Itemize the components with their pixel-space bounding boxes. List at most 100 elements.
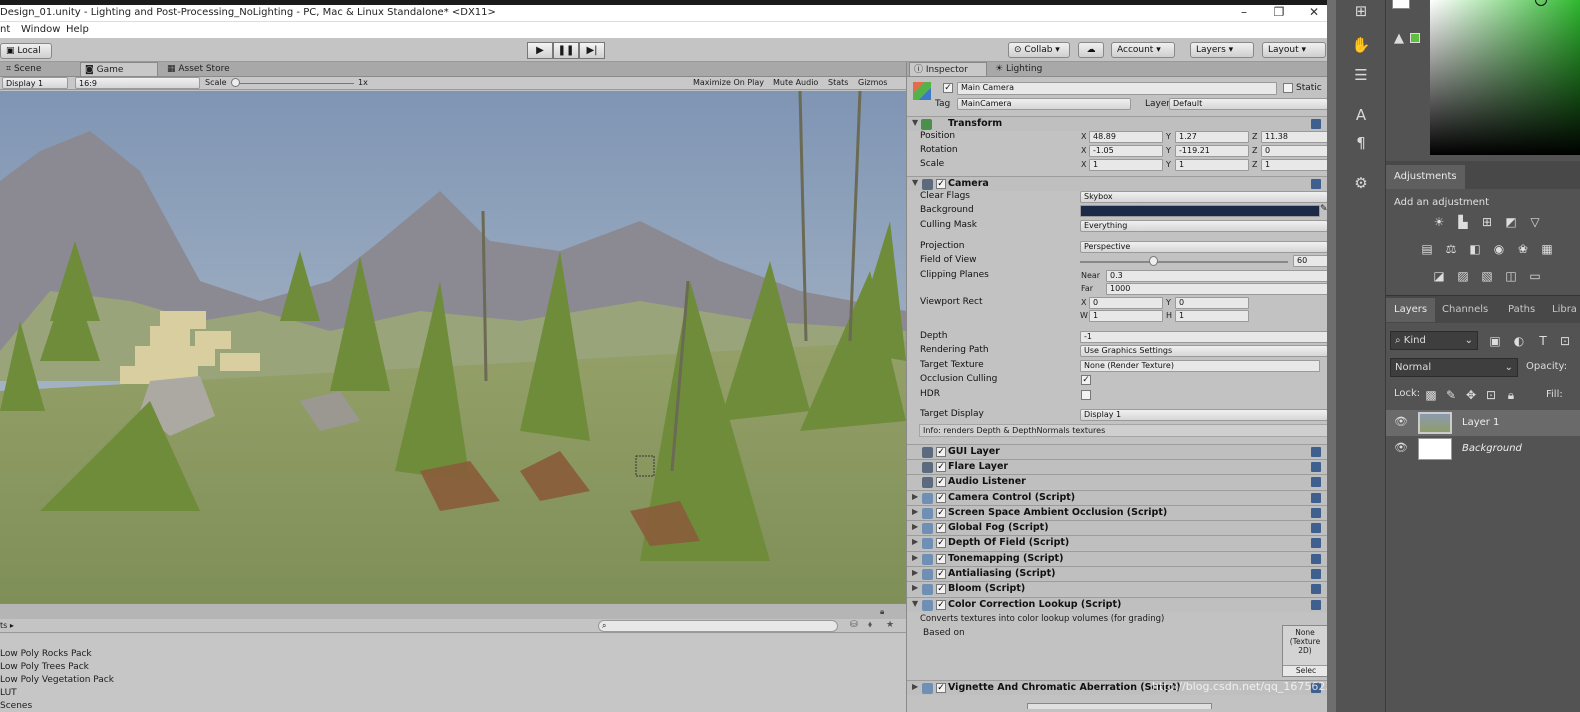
projection-dropdown[interactable]: Perspective [1080, 241, 1327, 253]
restore-button[interactable]: ❐ [1266, 5, 1292, 22]
object-name-field[interactable]: Main Camera [957, 82, 1277, 95]
far-field[interactable]: 1000 [1106, 283, 1327, 295]
paragraph-icon[interactable]: ¶ [1350, 132, 1372, 154]
scale-y-field[interactable]: 1 [1175, 159, 1249, 171]
blend-mode-dropdown[interactable]: Normal ⌄ [1390, 358, 1518, 377]
color-balance-icon[interactable]: ⚖ [1444, 242, 1458, 256]
component-header[interactable]: ▶ ✓ Global Fog (Script) [907, 520, 1327, 535]
tag-dropdown[interactable]: MainCamera [957, 98, 1131, 110]
selective-color-icon[interactable]: ◫ [1504, 269, 1518, 283]
help-icon[interactable] [1311, 554, 1321, 564]
camera-component-header[interactable]: ▼ ✓ Camera [907, 176, 1327, 191]
layer-row[interactable]: 👁︎ Layer 1 [1386, 410, 1580, 436]
viewport-w-field[interactable]: 1 [1089, 310, 1163, 322]
component-enabled-checkbox[interactable]: ✓ [936, 493, 946, 503]
help-icon[interactable] [1311, 447, 1321, 457]
list-item[interactable]: LUT [0, 688, 17, 698]
levels-icon[interactable]: ▙ [1456, 215, 1470, 229]
component-enabled-checkbox[interactable]: ✓ [936, 584, 946, 594]
occlusion-culling-checkbox[interactable]: ✓ [1081, 375, 1091, 385]
layers-dropdown[interactable]: Layers ▾ [1190, 42, 1254, 58]
window-divider[interactable] [1327, 0, 1336, 712]
game-viewport[interactable] [0, 91, 906, 603]
component-header[interactable]: ▶ ✓ Screen Space Ambient Occlusion (Script… [907, 505, 1327, 520]
filter-by-label-icon[interactable]: ⬧ [868, 620, 872, 630]
list-item[interactable]: Low Poly Rocks Pack [0, 649, 92, 659]
tab-channels[interactable]: Channels [1434, 298, 1496, 322]
gradient-map-icon[interactable]: ▭ [1528, 269, 1542, 283]
pivot-local-button[interactable]: ▣ Local [0, 43, 52, 59]
lock-transparent-icon[interactable]: ▩ [1424, 388, 1438, 402]
culling-mask-dropdown[interactable]: Everything [1080, 220, 1327, 232]
close-button[interactable]: ✕ [1301, 5, 1327, 22]
adjustment-filter-icon[interactable]: ◐ [1512, 334, 1526, 348]
clear-flags-dropdown[interactable]: Skybox [1080, 191, 1327, 203]
photo-filter-icon[interactable]: ◉ [1492, 242, 1506, 256]
layer-filter-dropdown[interactable]: ⌕ Kind ⌄ [1390, 331, 1478, 350]
step-button[interactable]: ▶| [579, 42, 605, 59]
pixel-filter-icon[interactable]: ▣ [1488, 334, 1502, 348]
layer-dropdown[interactable]: Default [1169, 98, 1327, 110]
threshold-icon[interactable]: ▧ [1480, 269, 1494, 283]
help-icon[interactable] [1311, 119, 1321, 129]
scale-slider-track[interactable] [232, 83, 354, 84]
cloud-button[interactable]: ☁ [1078, 42, 1104, 58]
list-item[interactable]: Low Poly Vegetation Pack [0, 675, 114, 685]
pause-button[interactable]: ❚❚ [553, 42, 579, 59]
layout-dropdown[interactable]: Layout ▾ [1262, 42, 1326, 58]
near-field[interactable]: 0.3 [1106, 270, 1327, 282]
color-picker-field[interactable] [1430, 0, 1580, 155]
viewport-y-field[interactable]: 0 [1175, 297, 1249, 309]
active-checkbox[interactable]: ✓ [943, 83, 953, 93]
foldout-closed-icon[interactable]: ▶ [912, 492, 918, 501]
favorite-icon[interactable]: ★ [886, 620, 894, 630]
filter-by-type-icon[interactable]: ⛁ [850, 620, 858, 630]
menu-item-help[interactable]: Help [66, 24, 89, 35]
component-header[interactable]: ▶ ✓ Antialiasing (Script) [907, 566, 1327, 581]
foreground-swatch[interactable] [1392, 0, 1410, 9]
visibility-eye-icon[interactable]: 👁︎ [1394, 415, 1408, 428]
component-header[interactable]: ▶ ✓ Camera Control (Script) [907, 490, 1327, 505]
type-filter-icon[interactable]: T [1536, 334, 1550, 348]
component-enabled-checkbox[interactable]: ✓ [936, 538, 946, 548]
component-enabled-checkbox[interactable]: ✓ [936, 683, 946, 693]
depth-field[interactable]: -1 [1080, 331, 1327, 343]
lock-artboard-icon[interactable]: ⊡ [1484, 388, 1498, 402]
foldout-closed-icon[interactable]: ▶ [912, 537, 918, 546]
foldout-closed-icon[interactable]: ▶ [912, 553, 918, 562]
tab-inspector[interactable]: ⓘ Inspector [909, 62, 987, 76]
lock-position-icon[interactable]: ✥ [1464, 388, 1478, 402]
tab-asset-store[interactable]: ▦ Asset Store [163, 62, 235, 76]
help-icon[interactable] [1311, 600, 1321, 610]
static-checkbox[interactable] [1283, 83, 1293, 93]
list-item[interactable]: Low Poly Trees Pack [0, 662, 89, 672]
hue-saturation-icon[interactable]: ▤ [1420, 242, 1434, 256]
minimize-button[interactable]: – [1231, 5, 1257, 22]
help-icon[interactable] [1311, 508, 1321, 518]
component-enabled-checkbox[interactable]: ✓ [936, 447, 946, 457]
position-z-field[interactable]: 11.38 [1261, 131, 1327, 143]
position-y-field[interactable]: 1.27 [1175, 131, 1249, 143]
component-enabled-checkbox[interactable]: ✓ [936, 477, 946, 487]
component-header[interactable]: ▶ ✓ Depth Of Field (Script) [907, 535, 1327, 550]
help-icon[interactable] [1311, 477, 1321, 487]
properties-icon[interactable]: ⚙ [1350, 172, 1372, 194]
lock-paint-icon[interactable]: ✎ [1444, 388, 1458, 402]
list-item[interactable]: Scenes [0, 701, 32, 711]
maximize-on-play-toggle[interactable]: Maximize On Play [693, 78, 764, 87]
rotation-x-field[interactable]: -1.05 [1089, 145, 1163, 157]
aspect-dropdown[interactable]: 16:9 [75, 77, 200, 89]
rotation-y-field[interactable]: -119.21 [1175, 145, 1249, 157]
foldout-open-icon[interactable]: ▼ [912, 118, 918, 127]
foldout-closed-icon[interactable]: ▶ [912, 507, 918, 516]
brush-tool-icon[interactable]: ✋ [1350, 34, 1372, 56]
help-icon[interactable] [1311, 462, 1321, 472]
invert-icon[interactable]: ◪ [1432, 269, 1446, 283]
help-icon[interactable] [1311, 179, 1321, 189]
rendering-path-dropdown[interactable]: Use Graphics Settings [1080, 345, 1327, 357]
character-icon[interactable]: A [1350, 104, 1372, 126]
tab-lighting[interactable]: ☀ Lighting [991, 62, 1047, 76]
stats-toggle[interactable]: Stats [828, 78, 848, 87]
add-component-button[interactable] [1027, 703, 1212, 709]
black-white-icon[interactable]: ◧ [1468, 242, 1482, 256]
